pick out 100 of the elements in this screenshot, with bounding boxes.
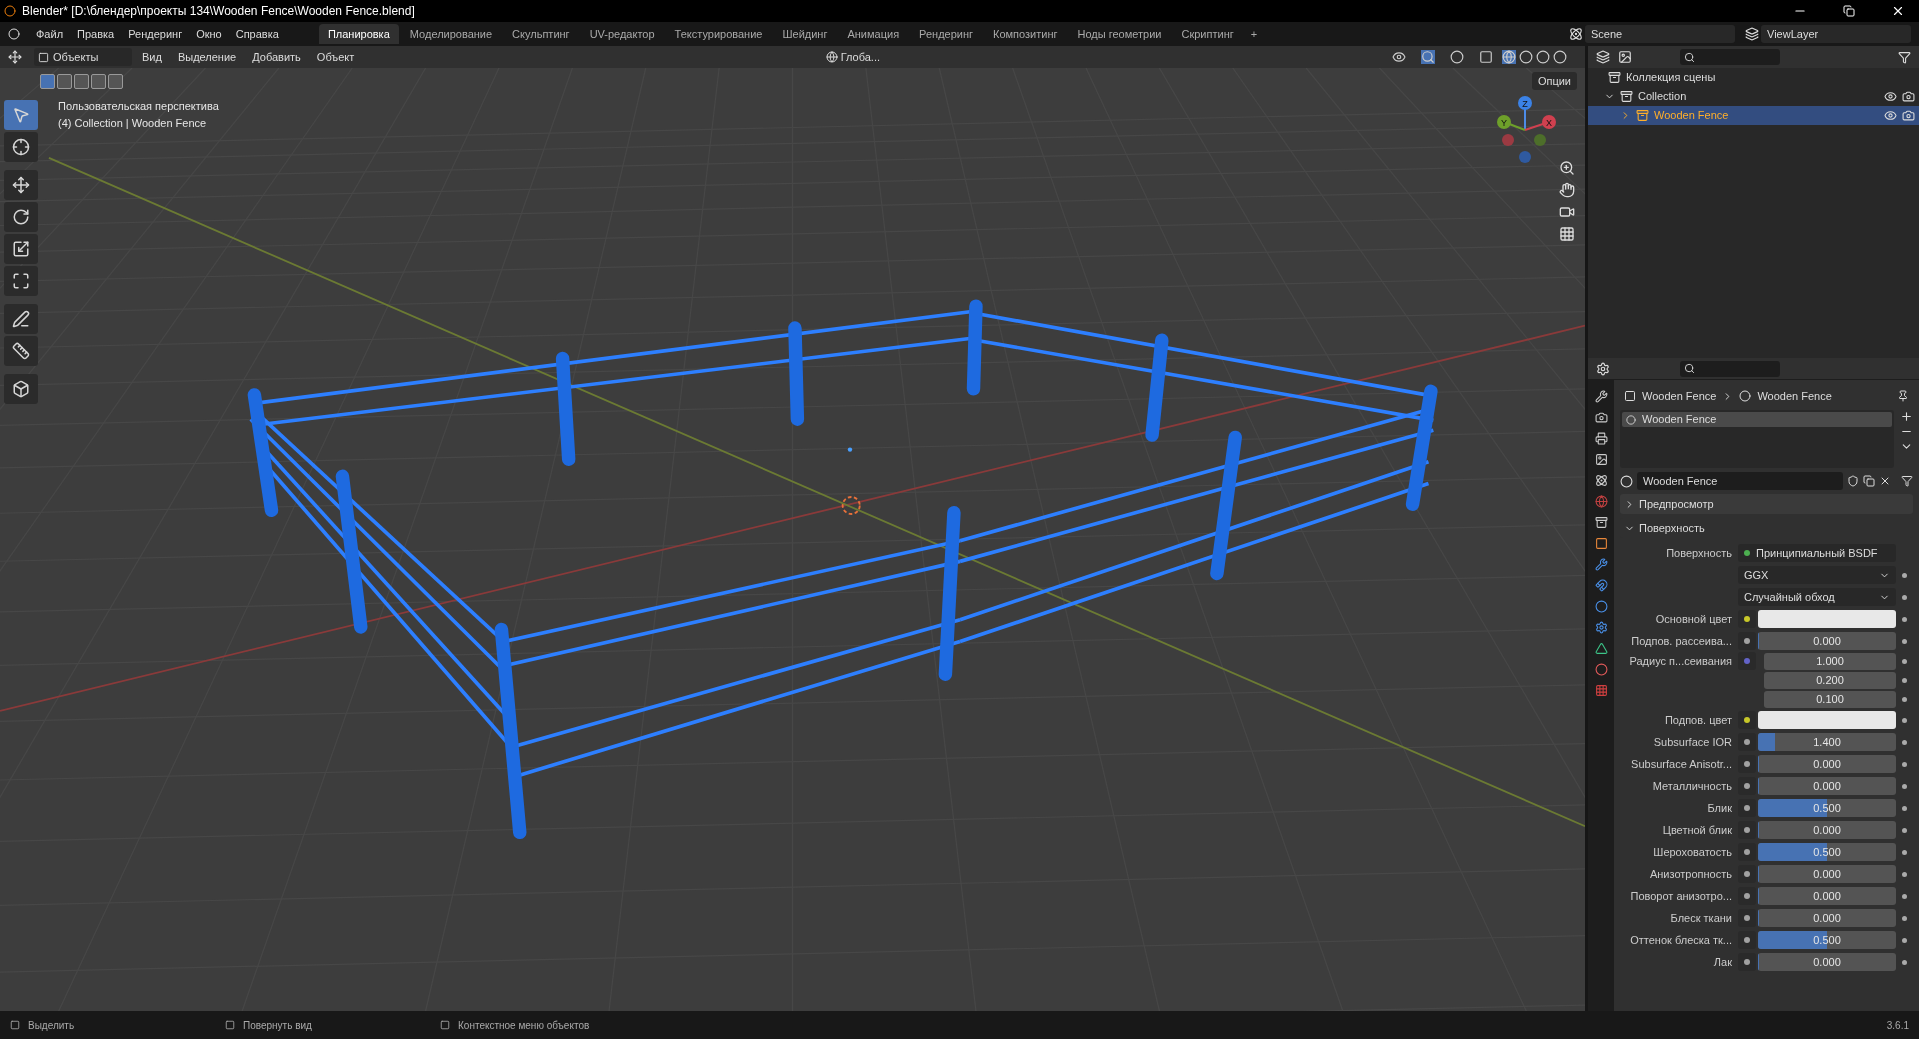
value-slider[interactable]: 0.000 (1758, 953, 1896, 971)
menu-item[interactable]: Объект (310, 48, 361, 66)
material-slot[interactable]: Wooden Fence (1622, 412, 1892, 427)
search-field[interactable] (1680, 49, 1780, 65)
color-swatch[interactable] (1758, 711, 1896, 729)
value-slider[interactable]: 0.000 (1758, 755, 1896, 773)
editor-type-icon[interactable] (1596, 361, 1610, 376)
workspace-tab[interactable]: Скульптинг (503, 24, 579, 44)
outliner-row[interactable]: Collection (1588, 87, 1919, 106)
display-mode-icon[interactable] (1596, 50, 1610, 64)
image-icon[interactable] (1594, 453, 1608, 466)
panel-header[interactable]: Предпросмотр (1620, 494, 1913, 514)
menu-item[interactable]: Справка (229, 25, 285, 43)
editor-type-icon[interactable] (8, 50, 22, 64)
workspace-tab[interactable]: Шейдинг (773, 24, 837, 44)
xray-icon[interactable] (1479, 50, 1493, 64)
options-button[interactable]: Опции (1531, 72, 1577, 90)
workspace-tab[interactable]: Рендеринг (910, 24, 983, 44)
value-slider[interactable]: 0.000 (1758, 865, 1896, 883)
rendered-shading-icon[interactable] (1553, 50, 1567, 64)
wrench-icon[interactable] (1594, 558, 1608, 571)
material-browse-icon[interactable] (1620, 474, 1633, 488)
pan-hand-icon[interactable] (1559, 182, 1575, 198)
workspace-tab[interactable]: UV-редактор (580, 24, 664, 44)
navigation-gizmo[interactable]: Z Y X (1490, 94, 1560, 166)
tool-button[interactable] (4, 234, 38, 264)
view-layer-field[interactable]: ViewLayer (1761, 25, 1911, 43)
grid-icon[interactable] (1559, 226, 1575, 242)
tool-button[interactable] (4, 202, 38, 232)
material-icon[interactable] (1594, 663, 1608, 676)
menu-item[interactable]: Выделение (171, 48, 243, 66)
visibility-icon[interactable] (1392, 50, 1406, 64)
duplicate-icon[interactable] (1863, 475, 1875, 487)
globe-icon[interactable] (1594, 495, 1608, 508)
eye-icon[interactable] (1884, 109, 1897, 122)
workspace-tab[interactable]: Анимация (838, 24, 909, 44)
scene-field[interactable]: Scene (1585, 25, 1735, 43)
view-layer-icon[interactable] (1745, 27, 1759, 41)
value-slider[interactable]: 1.400 (1758, 733, 1896, 751)
mesh-icon[interactable] (1594, 642, 1608, 655)
close-icon[interactable] (1891, 4, 1905, 18)
value-slider[interactable]: 0.500 (1758, 931, 1896, 949)
tool-button[interactable] (4, 170, 38, 200)
camera-icon[interactable] (1902, 90, 1915, 103)
value-slider[interactable]: 0.000 (1758, 632, 1896, 650)
unlink-icon[interactable] (1879, 475, 1891, 487)
value-slider[interactable]: 0.500 (1758, 843, 1896, 861)
filter-icon[interactable] (1898, 50, 1911, 64)
camera-icon[interactable] (1594, 411, 1608, 424)
add-workspace-button[interactable]: + (1244, 25, 1264, 43)
view-icon[interactable] (1618, 50, 1632, 64)
restore-icon[interactable] (1843, 5, 1855, 17)
workspace-tab[interactable]: Скриптинг (1172, 24, 1243, 44)
color-swatch[interactable] (1758, 610, 1896, 628)
camera-icon[interactable] (1902, 109, 1915, 122)
vector-field[interactable]: 0.200 (1764, 671, 1896, 689)
mode-dropdown[interactable]: Объекты (34, 48, 132, 66)
object-icon[interactable] (1594, 537, 1608, 550)
material-name-field[interactable]: Wooden Fence (1637, 472, 1843, 490)
3d-viewport[interactable]: Пользовательская перспектива (4) Collection | Wooden Fence Опции Z Y X (0, 68, 1585, 1011)
workspace-tab[interactable]: Моделирование (400, 24, 502, 44)
workspace-tab[interactable]: Текстурирование (665, 24, 772, 44)
menu-item[interactable]: Вид (136, 48, 168, 66)
tool-button[interactable] (4, 336, 38, 366)
fake-user-icon[interactable] (1847, 475, 1859, 487)
value-slider[interactable]: 0.000 (1758, 909, 1896, 927)
menu-item[interactable]: Рендеринг (122, 25, 189, 43)
value-slider[interactable]: 0.000 (1758, 821, 1896, 839)
menu-item[interactable]: Файл (30, 25, 70, 43)
pin-icon[interactable] (1897, 390, 1909, 402)
dropdown[interactable]: Случайный обход (1738, 588, 1896, 606)
collection-icon[interactable] (1594, 516, 1608, 529)
workspace-tab[interactable]: Ноды геометрии (1068, 24, 1171, 44)
solid-shading-icon[interactable] (1519, 50, 1533, 64)
printer-icon[interactable] (1594, 432, 1608, 445)
texture-icon[interactable] (1594, 684, 1608, 697)
dropdown[interactable]: GGX (1738, 566, 1896, 584)
zoom-icon[interactable] (1559, 160, 1575, 176)
tool-button[interactable] (4, 374, 38, 404)
workspace-tab[interactable]: Композитинг (984, 24, 1067, 44)
orientation-dropdown[interactable]: Глоба... (821, 48, 884, 66)
tool-button[interactable] (4, 304, 38, 334)
value-slider[interactable]: 0.500 (1758, 799, 1896, 817)
outliner-row[interactable]: Wooden Fence (1588, 106, 1919, 125)
vector-field[interactable]: 0.100 (1764, 690, 1896, 708)
search-field[interactable] (1680, 360, 1780, 377)
value-slider[interactable]: 0.000 (1758, 777, 1896, 795)
shader-field[interactable]: Принципиальный BSDF (1738, 544, 1896, 562)
vector-field[interactable]: 1.000 (1764, 652, 1896, 670)
material-shading-icon[interactable] (1536, 50, 1550, 64)
tool-button[interactable] (4, 132, 38, 162)
menu-item[interactable]: Правка (71, 25, 121, 43)
tool-button[interactable] (4, 266, 38, 296)
wrench-icon[interactable] (1594, 390, 1608, 403)
menu-item[interactable]: Окно (190, 25, 228, 43)
value-slider[interactable]: 0.000 (1758, 887, 1896, 905)
menu-item[interactable]: Добавить (246, 48, 307, 66)
workspace-tab[interactable]: Планировка (318, 24, 399, 44)
camera-icon[interactable] (1559, 204, 1575, 220)
eye-icon[interactable] (1884, 90, 1897, 103)
